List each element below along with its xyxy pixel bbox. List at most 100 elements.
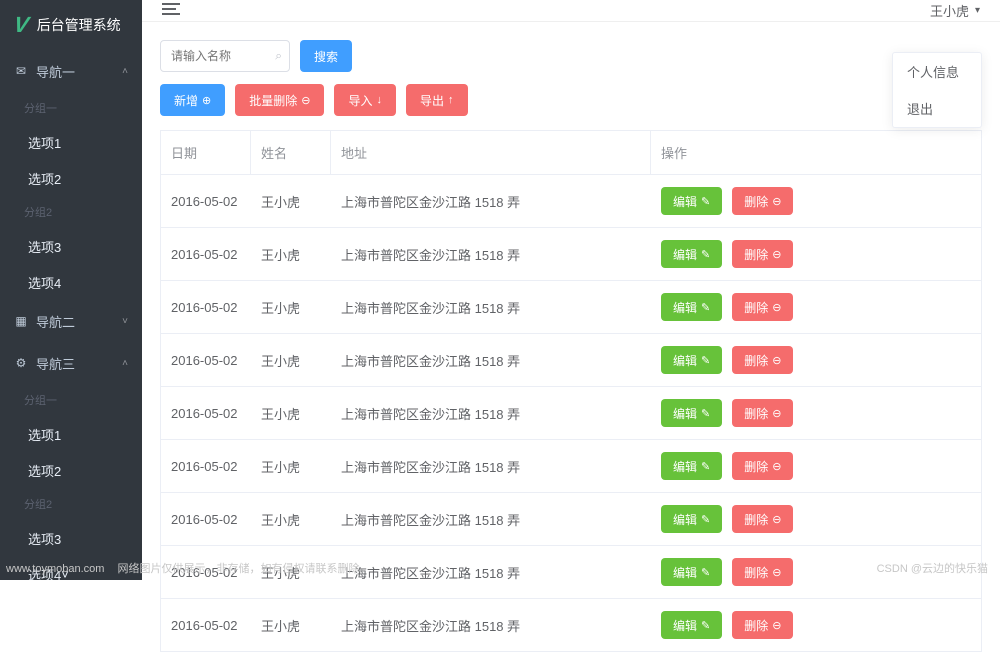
arrow-up-icon: ↑ — [448, 94, 454, 106]
minus-circle-icon: ⊖ — [772, 248, 781, 261]
edit-button[interactable]: 编辑 ✎ — [661, 611, 722, 639]
minus-circle-icon: ⊖ — [301, 94, 310, 107]
cell-name: 王小虎 — [251, 334, 331, 386]
edit-button[interactable]: 编辑 ✎ — [661, 505, 722, 533]
minus-circle-icon: ⊖ — [772, 301, 781, 314]
delete-button-label: 删除 — [744, 352, 768, 369]
import-button[interactable]: 导入 ↓ — [334, 84, 396, 116]
table-row: 2016-05-02王小虎上海市普陀区金沙江路 1518 弄编辑 ✎删除 ⊖ — [161, 175, 981, 228]
cell-address: 上海市普陀区金沙江路 1518 弄 — [331, 175, 651, 227]
nav-group-1[interactable]: ✉ 导航一 ˄ — [0, 50, 142, 92]
edit-button[interactable]: 编辑 ✎ — [661, 346, 722, 374]
sidebar-item-label: 选项2 — [28, 169, 61, 188]
cell-date: 2016-05-02 — [161, 387, 251, 439]
cell-address: 上海市普陀区金沙江路 1518 弄 — [331, 228, 651, 280]
edit-icon: ✎ — [701, 195, 710, 208]
edit-button[interactable]: 编辑 ✎ — [661, 240, 722, 268]
edit-button[interactable]: 编辑 ✎ — [661, 558, 722, 586]
logout-menu-item[interactable]: 退出 — [893, 90, 981, 127]
edit-button[interactable]: 编辑 ✎ — [661, 452, 722, 480]
sidebar-item-option3[interactable]: 选项3 — [0, 228, 142, 264]
delete-button-label: 删除 — [744, 564, 768, 581]
cell-date: 2016-05-02 — [161, 175, 251, 227]
cell-name: 王小虎 — [251, 281, 331, 333]
search-input[interactable] — [160, 40, 290, 72]
edit-button[interactable]: 编辑 ✎ — [661, 399, 722, 427]
nav-group-1-section-2-label: 分组2 — [0, 196, 142, 228]
cell-address: 上海市普陀区金沙江路 1518 弄 — [331, 546, 651, 598]
delete-button-label: 删除 — [744, 405, 768, 422]
col-ops: 操作 — [651, 131, 981, 174]
delete-button[interactable]: 删除 ⊖ — [732, 399, 793, 427]
sidebar-item-label: 选项2 — [28, 461, 61, 480]
user-menu[interactable]: 王小虎 ▾ — [930, 1, 980, 20]
collapse-sidebar-button[interactable] — [162, 0, 180, 21]
sidebar-item-label: 选项3 — [28, 529, 61, 548]
nav-group-2[interactable]: ▦ 导航二 ˅ — [0, 300, 142, 342]
delete-button[interactable]: 删除 ⊖ — [732, 293, 793, 321]
minus-circle-icon: ⊖ — [772, 195, 781, 208]
footer-text: 网络图片仅供展示，非存储，如有侵权请联系删除。 — [118, 563, 371, 575]
grid-icon: ▦ — [14, 314, 28, 328]
delete-button[interactable]: 删除 ⊖ — [732, 187, 793, 215]
table-row: 2016-05-02王小虎上海市普陀区金沙江路 1518 弄编辑 ✎删除 ⊖ — [161, 440, 981, 493]
delete-button[interactable]: 删除 ⊖ — [732, 558, 793, 586]
edit-icon: ✎ — [701, 460, 710, 473]
profile-menu-item[interactable]: 个人信息 — [893, 53, 981, 90]
cell-ops: 编辑 ✎ 删除 ⊖ — [651, 493, 981, 545]
delete-button[interactable]: 删除 ⊖ — [732, 452, 793, 480]
cell-ops: 编辑 ✎ 删除 ⊖ — [651, 387, 981, 439]
sidebar-item-g3-option3[interactable]: 选项3 — [0, 520, 142, 556]
hamburger-icon — [162, 0, 180, 18]
search-button[interactable]: 搜索 — [300, 40, 352, 72]
edit-icon: ✎ — [701, 248, 710, 261]
edit-icon: ✎ — [701, 354, 710, 367]
delete-button[interactable]: 删除 ⊖ — [732, 240, 793, 268]
col-name: 姓名 — [251, 131, 331, 174]
cell-date: 2016-05-02 — [161, 440, 251, 492]
edit-button[interactable]: 编辑 ✎ — [661, 293, 722, 321]
cell-name: 王小虎 — [251, 228, 331, 280]
delete-button-label: 删除 — [744, 511, 768, 528]
nav-group-3-section-2-label: 分组2 — [0, 488, 142, 520]
nav-group-3[interactable]: ⚙ 导航三 ˄ — [0, 342, 142, 384]
batch-delete-button[interactable]: 批量删除 ⊖ — [235, 84, 324, 116]
cell-date: 2016-05-02 — [161, 281, 251, 333]
cell-address: 上海市普陀区金沙江路 1518 弄 — [331, 599, 651, 651]
cell-date: 2016-05-02 — [161, 334, 251, 386]
delete-button[interactable]: 删除 ⊖ — [732, 611, 793, 639]
minus-circle-icon: ⊖ — [772, 407, 781, 420]
cell-name: 王小虎 — [251, 175, 331, 227]
sidebar-item-g3-option1[interactable]: 选项1 — [0, 416, 142, 452]
sidebar-item-option4[interactable]: 选项4 — [0, 264, 142, 300]
topbar: 王小虎 ▾ — [142, 0, 1000, 22]
edit-icon: ✎ — [701, 619, 710, 632]
edit-icon: ✎ — [701, 407, 710, 420]
edit-button[interactable]: 编辑 ✎ — [661, 187, 722, 215]
nav-group-3-label: 导航三 — [36, 354, 75, 373]
sidebar-item-option2[interactable]: 选项2 — [0, 160, 142, 196]
user-dropdown: 个人信息 退出 — [892, 52, 982, 128]
table-row: 2016-05-02王小虎上海市普陀区金沙江路 1518 弄编辑 ✎删除 ⊖ — [161, 599, 981, 652]
table-row: 2016-05-02王小虎上海市普陀区金沙江路 1518 弄编辑 ✎删除 ⊖ — [161, 228, 981, 281]
edit-icon: ✎ — [701, 513, 710, 526]
export-button[interactable]: 导出 ↑ — [406, 84, 468, 116]
edit-button-label: 编辑 — [673, 617, 697, 634]
table-row: 2016-05-02王小虎上海市普陀区金沙江路 1518 弄编辑 ✎删除 ⊖ — [161, 387, 981, 440]
edit-button-label: 编辑 — [673, 405, 697, 422]
edit-button-label: 编辑 — [673, 193, 697, 210]
username: 王小虎 — [930, 1, 969, 20]
chevron-up-icon: ˄ — [122, 66, 128, 77]
sidebar-item-g3-option2[interactable]: 选项2 — [0, 452, 142, 488]
plus-circle-icon: ⊕ — [202, 94, 211, 107]
delete-button-label: 删除 — [744, 458, 768, 475]
delete-button-label: 删除 — [744, 246, 768, 263]
cell-address: 上海市普陀区金沙江路 1518 弄 — [331, 387, 651, 439]
cell-ops: 编辑 ✎ 删除 ⊖ — [651, 599, 981, 651]
caret-down-icon: ▾ — [975, 5, 980, 16]
add-button[interactable]: 新增 ⊕ — [160, 84, 225, 116]
sidebar-item-option1[interactable]: 选项1 — [0, 124, 142, 160]
delete-button[interactable]: 删除 ⊖ — [732, 505, 793, 533]
cell-address: 上海市普陀区金沙江路 1518 弄 — [331, 493, 651, 545]
delete-button[interactable]: 删除 ⊖ — [732, 346, 793, 374]
